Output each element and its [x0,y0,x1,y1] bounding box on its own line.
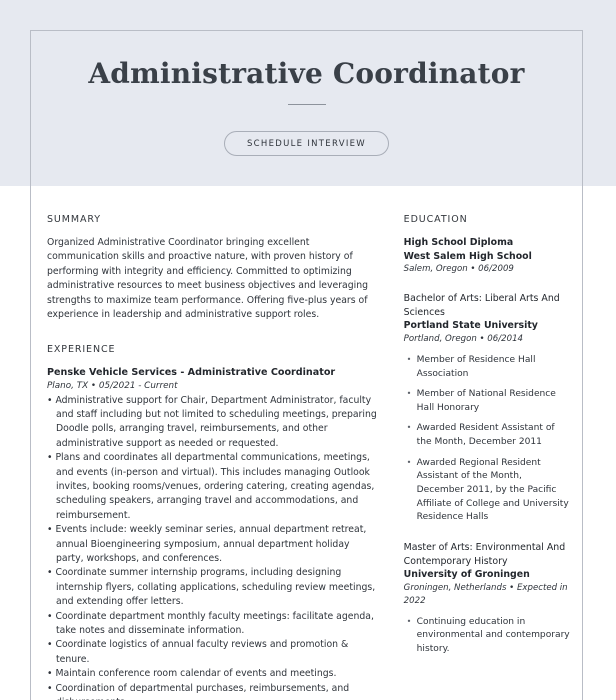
education-entry: Master of Arts: Environmental And Contem… [404,541,570,657]
education-bullet-list: Continuing education in environmental an… [404,616,570,657]
resume-document: Administrative Coordinator SCHEDULE INTE… [30,30,583,700]
education-entry: Bachelor of Arts: Liberal Arts And Scien… [404,292,570,525]
left-column: SUMMARY Organized Administrative Coordin… [31,214,398,700]
job-bullet: Coordinate logistics of annual faculty r… [47,638,380,667]
education-school: West Salem High School [403,250,532,262]
experience-heading: EXPERIENCE [47,344,116,356]
education-meta: Portland, Oregon • 06/2014 [403,334,524,345]
education-degree: Master of Arts: Environmental And Contem… [403,541,566,567]
experience-section: EXPERIENCE Penske Vehicle Services - Adm… [47,344,380,700]
experience-entry: Penske Vehicle Services - Administrative… [47,366,380,700]
summary-text: Organized Administrative Coordinator bri… [47,237,369,321]
education-degree: High School Diploma [403,237,514,248]
summary-section: SUMMARY Organized Administrative Coordin… [47,214,380,322]
summary-heading: SUMMARY [47,214,101,225]
job-bullet: Coordinate summer internship programs, i… [47,566,380,609]
education-meta: Groningen, Netherlands • Expected in 202… [403,582,568,606]
education-entries: High School Diploma West Salem High Schoo… [404,236,570,657]
job-bullet: Maintain conference room calendar of eve… [47,667,380,681]
page-title: Administrative Coordinator [88,57,525,90]
resume-header: Administrative Coordinator SCHEDULE INTE… [31,31,582,186]
education-school: Portland State University [403,320,538,332]
job-bullet: Plans and coordinates all departmental c… [47,451,380,523]
job-bullet: Coordination of departmental purchases, … [47,682,380,700]
schedule-interview-button[interactable]: SCHEDULE INTERVIEW [223,130,390,156]
education-degree: Bachelor of Arts: Liberal Arts And Scien… [403,293,560,318]
title-divider [287,103,326,105]
cta-container: SCHEDULE INTERVIEW [31,130,582,156]
education-school: University of Groningen [403,569,530,581]
job-bullet: Events include: weekly seminar series, a… [47,523,380,566]
education-heading: EDUCATION [403,214,468,225]
education-bullet: Awarded Regional Resident Assistant of t… [407,457,570,525]
resume-page: Administrative Coordinator SCHEDULE INTE… [0,0,616,700]
job-meta: Plano, TX • 05/2021 - Current [47,381,178,392]
education-bullet: Member of National Residence Hall Honora… [407,388,570,415]
job-title: Penske Vehicle Services - Administrative… [47,367,336,379]
education-bullet: Member of Residence Hall Association [407,354,570,381]
education-bullet-list: Member of Residence Hall Association Memb… [404,354,570,525]
education-bullet: Awarded Resident Assistant of the Month,… [407,422,570,449]
education-entry: High School Diploma West Salem High Schoo… [404,236,570,276]
job-bullet-list: Administrative support for Chair, Depart… [47,394,380,700]
education-bullet: Continuing education in environmental an… [407,616,570,657]
job-bullet: Coordinate department monthly faculty me… [47,610,380,639]
resume-body: SUMMARY Organized Administrative Coordin… [31,186,582,700]
education-meta: Salem, Oregon • 06/2009 [403,264,514,275]
right-column: EDUCATION High School Diploma West Salem … [398,214,582,700]
job-bullet: Administrative support for Chair, Depart… [47,394,380,452]
